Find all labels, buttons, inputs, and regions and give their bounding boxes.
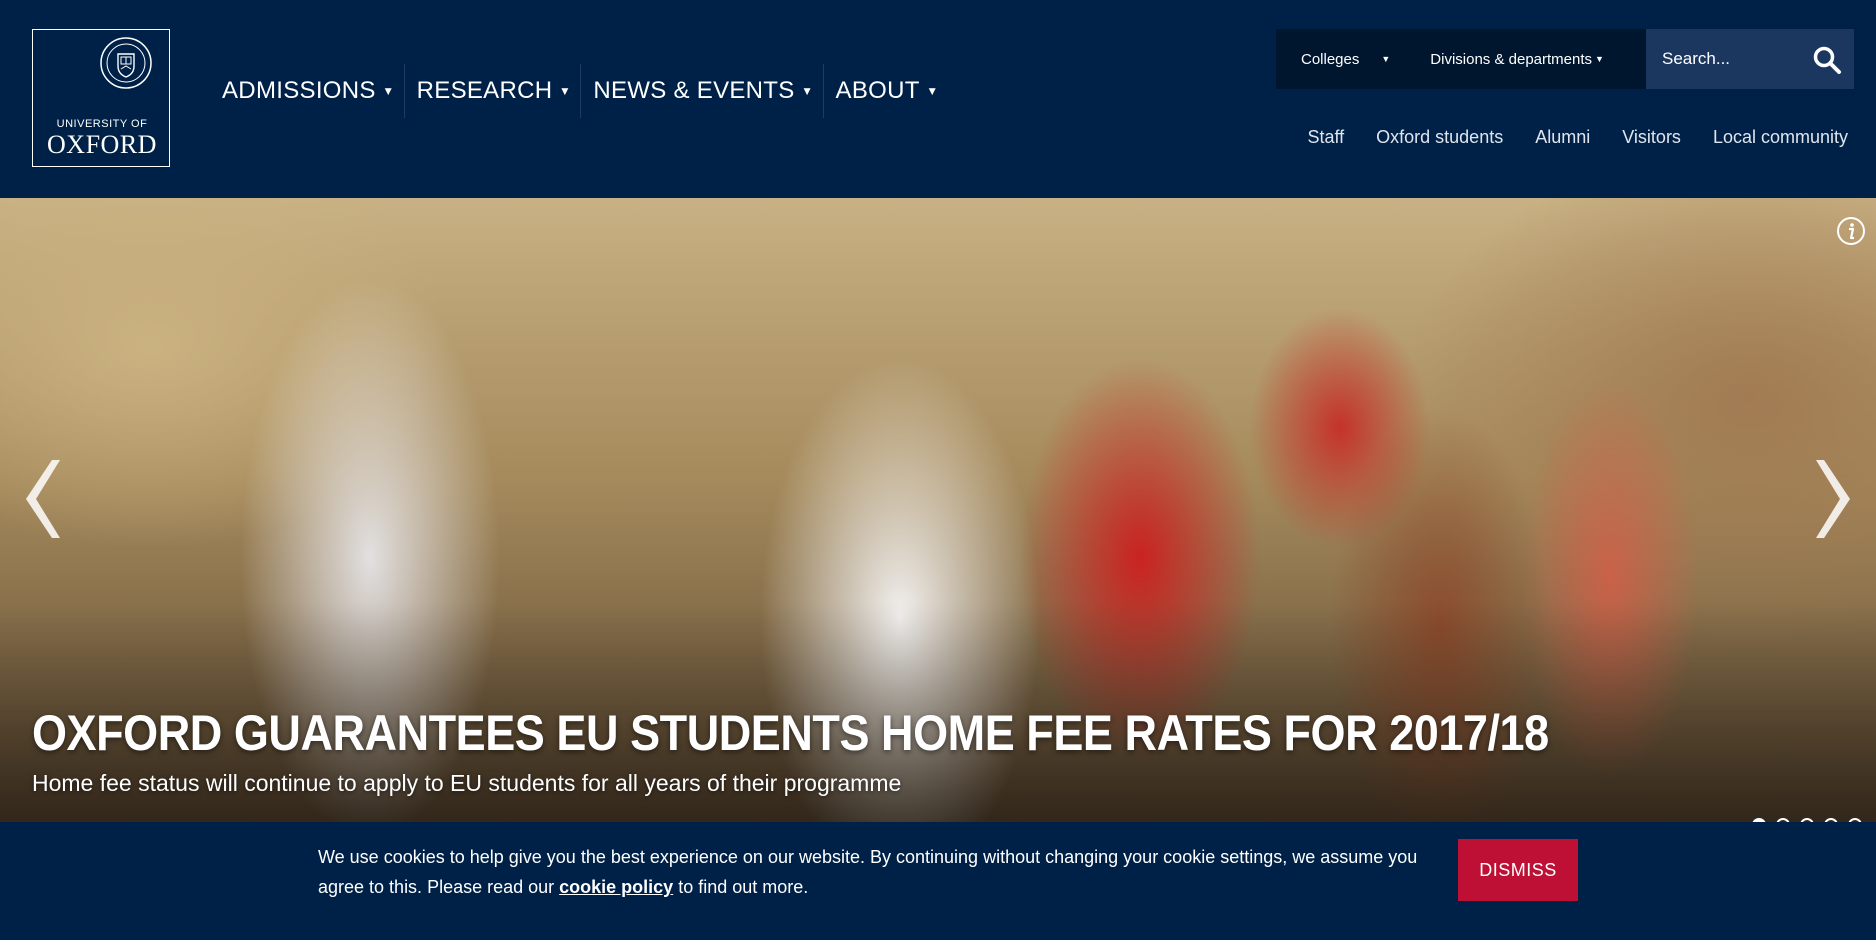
cookie-text-before: We use cookies to help give you the best…	[318, 847, 1418, 897]
audience-link-alumni[interactable]: Alumni	[1535, 127, 1590, 148]
search-box	[1646, 29, 1854, 89]
utility-menus: Colleges ▼ Divisions & departments ▼	[1276, 29, 1646, 89]
caret-down-icon: ▼	[928, 87, 936, 97]
colleges-label: Colleges	[1301, 50, 1360, 68]
logo-oxford: OXFORD	[47, 130, 157, 159]
cookie-message: We use cookies to help give you the best…	[318, 842, 1418, 902]
audience-link-visitors[interactable]: Visitors	[1622, 127, 1681, 148]
cookie-banner: We use cookies to help give you the best…	[0, 822, 1876, 940]
search-input[interactable]	[1646, 29, 1806, 89]
chevron-left-icon[interactable]	[22, 456, 64, 542]
caret-down-icon: ▼	[803, 87, 811, 97]
nav-research[interactable]: RESEARCH ▼	[405, 64, 582, 118]
divisions-dropdown[interactable]: Divisions & departments ▼	[1430, 51, 1604, 68]
cookie-policy-link[interactable]: cookie policy	[559, 877, 673, 897]
caret-down-icon: ▼	[561, 87, 569, 97]
cookie-text-after: to find out more.	[673, 877, 809, 897]
caret-down-icon: ▼	[384, 87, 392, 97]
logo-university-of: UNIVERSITY OF	[56, 118, 148, 130]
caret-down-icon: ▼	[1381, 54, 1391, 64]
nav-admissions[interactable]: ADMISSIONS ▼	[210, 64, 405, 118]
caret-down-icon: ▼	[1595, 54, 1604, 64]
oxford-logo[interactable]: UNIVERSITY OF OXFORD	[32, 29, 170, 167]
nav-label: ABOUT	[835, 77, 920, 104]
nav-label: RESEARCH	[416, 77, 553, 104]
search-icon[interactable]	[1812, 45, 1842, 75]
info-icon[interactable]	[1836, 216, 1866, 246]
dismiss-button[interactable]: DISMISS	[1458, 839, 1578, 901]
crest-icon	[100, 37, 152, 89]
audience-link-local-community[interactable]: Local community	[1713, 127, 1848, 148]
audience-nav: Staff Oxford students Alumni Visitors Lo…	[1275, 127, 1848, 148]
audience-link-staff[interactable]: Staff	[1307, 127, 1344, 148]
nav-label: ADMISSIONS	[222, 77, 376, 104]
colleges-dropdown[interactable]: Colleges ▼	[1301, 51, 1390, 68]
divisions-label: Divisions & departments	[1430, 50, 1593, 68]
hero-subtitle: Home fee status will continue to apply t…	[32, 770, 902, 796]
utility-bar: Colleges ▼ Divisions & departments ▼	[1276, 29, 1854, 89]
nav-news-events[interactable]: NEWS & EVENTS ▼	[581, 64, 824, 118]
chevron-right-icon[interactable]	[1812, 456, 1854, 542]
nav-about[interactable]: ABOUT ▼	[824, 64, 948, 118]
hero-title[interactable]: OXFORD GUARANTEES EU STUDENTS HOME FEE R…	[32, 704, 1549, 762]
site-header: UNIVERSITY OF OXFORD ADMISSIONS ▼ RESEAR…	[0, 0, 1876, 198]
main-nav: ADMISSIONS ▼ RESEARCH ▼ NEWS & EVENTS ▼ …	[210, 64, 948, 118]
audience-link-oxford-students[interactable]: Oxford students	[1376, 127, 1503, 148]
nav-label: NEWS & EVENTS	[593, 77, 795, 104]
hero-carousel: OXFORD GUARANTEES EU STUDENTS HOME FEE R…	[0, 198, 1876, 822]
